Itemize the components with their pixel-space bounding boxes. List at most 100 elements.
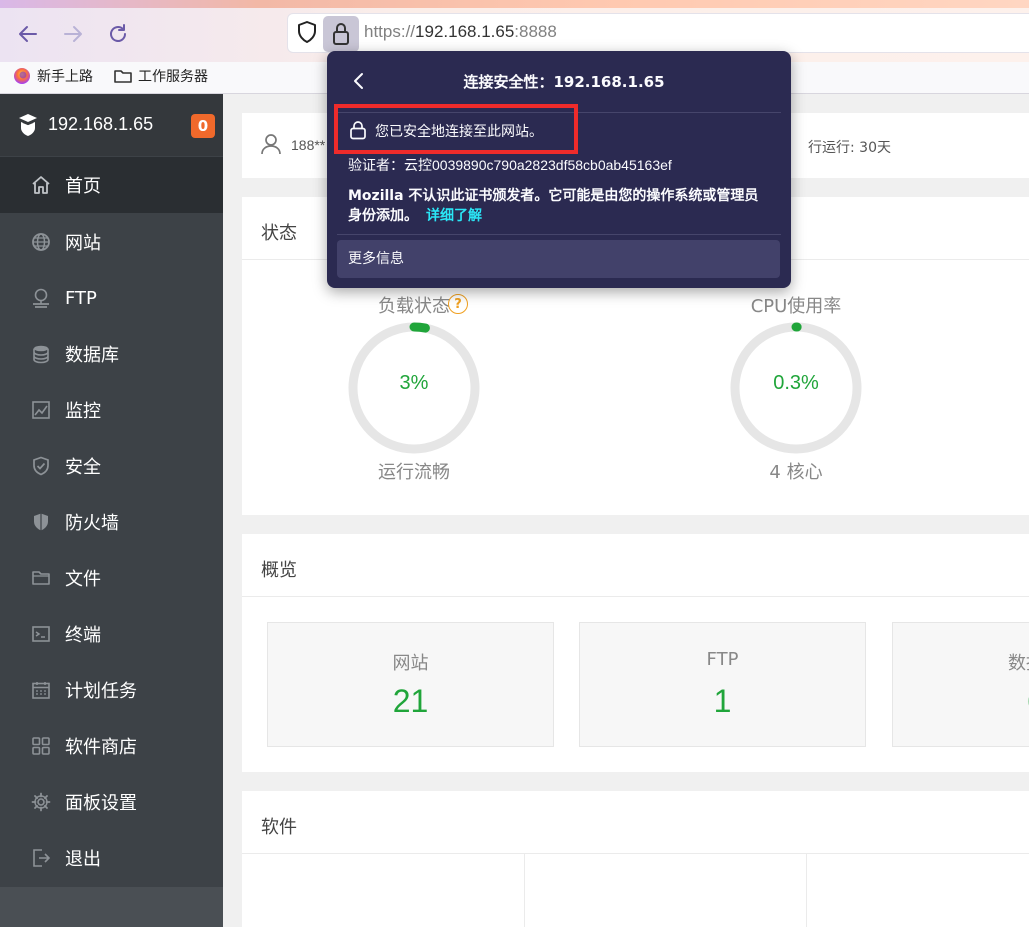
ftp-icon — [33, 288, 49, 308]
section-title: 软件 — [261, 817, 297, 838]
firefox-icon — [14, 68, 30, 84]
arrow-left-icon — [19, 26, 37, 42]
monitor-icon — [32, 401, 50, 419]
url-text[interactable]: https://192.168.1.65:8888 — [364, 22, 557, 42]
url-port: :8888 — [514, 22, 557, 41]
reload-icon — [110, 24, 126, 42]
sidebar: 192.168.1.65 0 首页 网站 FTP 数据库 监控 安全 防火墙 文… — [0, 94, 223, 927]
load-status: 运行流畅 — [378, 462, 450, 483]
overview-item-database[interactable]: 数据 6 — [892, 622, 1029, 747]
overview-item-ftp[interactable]: FTP 1 — [579, 622, 866, 747]
sidebar-item-label: 软件商店 — [65, 737, 137, 758]
section-title: 概览 — [261, 560, 297, 581]
sidebar-item-home[interactable]: 首页 — [0, 157, 223, 213]
back-button[interactable] — [12, 18, 44, 50]
section-divider — [242, 853, 1029, 854]
cpu-label: CPU使用率 — [750, 296, 842, 317]
sidebar-item-website[interactable]: 网站 — [0, 214, 223, 270]
sidebar-item-database[interactable]: 数据库 — [0, 326, 223, 382]
sidebar-item-label: 网站 — [65, 233, 101, 254]
overview-label: FTP — [706, 649, 739, 670]
overview-panel: 概览 网站 21 FTP 1 数据 6 — [242, 534, 1029, 772]
overview-label: 数据 — [1008, 653, 1029, 674]
sidebar-item-label: 计划任务 — [65, 681, 137, 702]
site-security-button[interactable] — [323, 16, 359, 52]
load-value: 3% — [399, 372, 429, 394]
panel-logo-icon — [19, 114, 37, 136]
software-column-divider — [524, 853, 525, 927]
folder-icon — [114, 70, 132, 83]
url-scheme: https:// — [364, 22, 416, 41]
bookmark-label: 工作服务器 — [138, 69, 208, 85]
help-icon[interactable]: ? — [448, 294, 468, 314]
connection-security-popup: 连接安全性：192.168.1.65 您已安全地连接至此网站。 验证者：云控00… — [327, 51, 791, 288]
folder-icon — [32, 571, 50, 585]
issuer-warning: Mozilla 不认识此证书颁发者。它可能是由您的操作系统或管理员身份添加。 详细… — [348, 186, 768, 226]
sidebar-item-label: 防火墙 — [65, 513, 119, 534]
bookmark-label: 新手上路 — [37, 69, 93, 85]
sidebar-item-firewall[interactable]: 防火墙 — [0, 494, 223, 550]
home-icon — [32, 176, 50, 194]
section-title: 状态 — [261, 223, 297, 244]
sidebar-item-ftp[interactable]: FTP — [0, 270, 223, 326]
sidebar-item-label: 面板设置 — [65, 793, 137, 814]
tab-strip-edge — [0, 0, 1029, 8]
cpu-value: 0.3% — [773, 372, 819, 394]
software-panel: 软件 — [242, 791, 1029, 927]
sidebar-item-settings[interactable]: 面板设置 — [0, 774, 223, 830]
more-info-button[interactable]: 更多信息 — [337, 240, 780, 278]
verifier-text: 验证者：云控0039890c790a2823df58cb0ab45163ef — [348, 157, 672, 173]
sidebar-footer — [0, 887, 223, 927]
username[interactable]: 188** — [291, 137, 325, 153]
cpu-cores: 4 核心 — [769, 462, 823, 483]
notification-badge[interactable]: 0 — [191, 114, 215, 138]
sidebar-item-label: 监控 — [65, 401, 101, 422]
sidebar-item-label: FTP — [65, 287, 97, 309]
apps-icon — [32, 737, 50, 755]
uptime: 行运行: 30天 — [808, 140, 891, 156]
sidebar-item-label: 数据库 — [65, 345, 119, 366]
gear-icon — [31, 792, 51, 812]
warning-text: Mozilla 不认识此证书颁发者。它可能是由您的操作系统或管理员身份添加。 — [348, 188, 759, 224]
section-divider — [242, 596, 1029, 597]
shield-check-icon — [33, 456, 49, 476]
globe-icon — [32, 233, 50, 251]
load-label: 负载状态 — [378, 296, 450, 317]
url-host: 192.168.1.65 — [415, 22, 515, 41]
firewall-icon — [34, 513, 48, 531]
sidebar-item-label: 终端 — [65, 625, 101, 646]
overview-label: 网站 — [392, 653, 429, 674]
sidebar-item-files[interactable]: 文件 — [0, 550, 223, 606]
popup-divider — [337, 234, 781, 235]
sidebar-item-terminal[interactable]: 终端 — [0, 606, 223, 662]
sidebar-item-security[interactable]: 安全 — [0, 438, 223, 494]
tracking-protection-button[interactable] — [296, 20, 320, 46]
sidebar-header: 192.168.1.65 0 — [0, 94, 223, 156]
terminal-icon — [32, 626, 50, 642]
server-ip: 192.168.1.65 — [48, 114, 154, 134]
sidebar-item-logout[interactable]: 退出 — [0, 830, 223, 886]
overview-value: 1 — [713, 683, 732, 719]
overview-item-website[interactable]: 网站 21 — [267, 622, 554, 747]
gauge-label: CPU使用率 — [726, 292, 866, 318]
arrow-right-icon — [64, 26, 82, 42]
highlight-annotation — [334, 104, 578, 154]
user-icon — [261, 134, 281, 155]
bookmark-item[interactable]: 新手上路 — [13, 66, 93, 86]
overview-value: 21 — [392, 683, 429, 719]
calendar-icon — [32, 682, 50, 699]
reload-button[interactable] — [102, 18, 134, 50]
forward-button[interactable] — [57, 18, 89, 50]
bookmark-folder[interactable]: 工作服务器 — [114, 66, 208, 86]
sidebar-item-label: 安全 — [65, 457, 101, 478]
sidebar-item-label: 首页 — [65, 176, 101, 197]
sidebar-item-monitor[interactable]: 监控 — [0, 382, 223, 438]
overview-value: 6 — [893, 683, 1029, 720]
sidebar-item-software-store[interactable]: 软件商店 — [0, 718, 223, 774]
popup-title: 连接安全性：192.168.1.65 — [463, 73, 665, 91]
sidebar-item-label: 退出 — [65, 849, 101, 870]
software-column-divider — [806, 853, 807, 927]
sidebar-item-cron[interactable]: 计划任务 — [0, 662, 223, 718]
database-icon — [33, 345, 49, 364]
learn-more-link[interactable]: 详细了解 — [426, 208, 482, 224]
